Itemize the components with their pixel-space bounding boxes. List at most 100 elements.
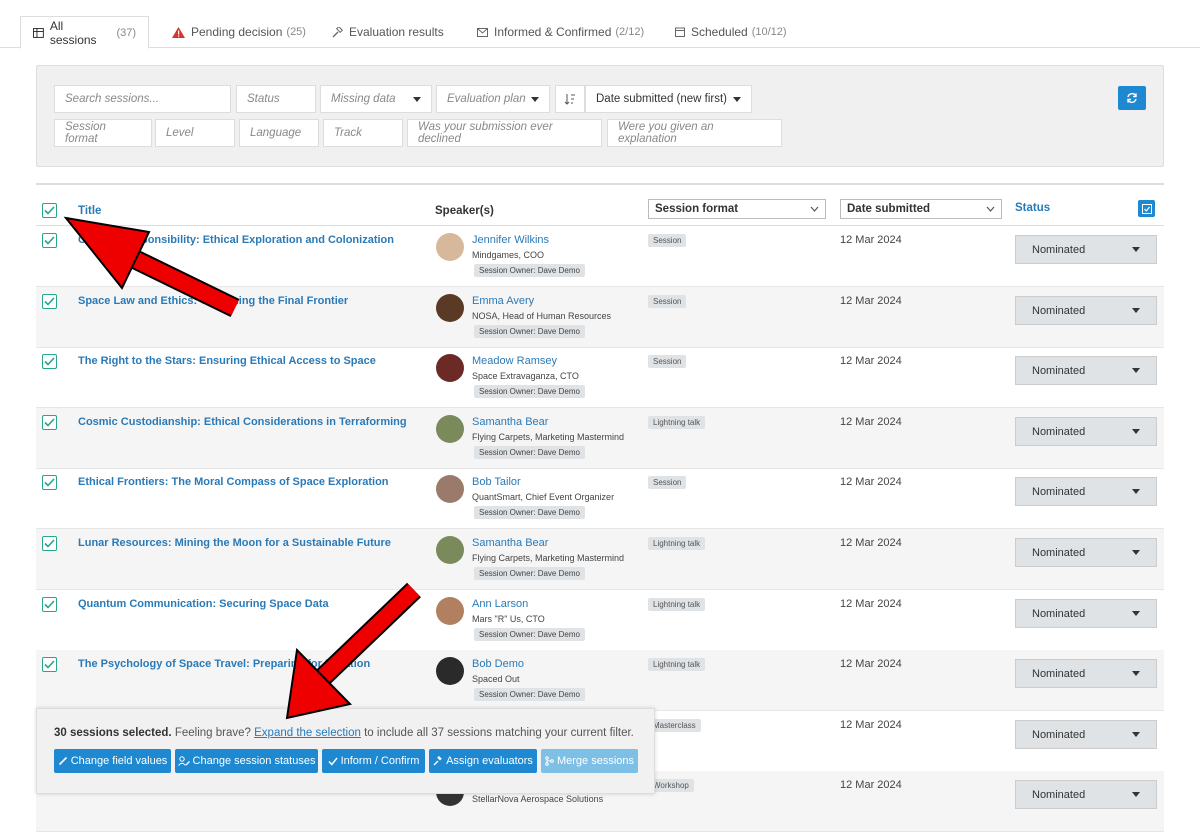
selection-rest-text: to include all 37 sessions matching your… [364,727,634,739]
table-row: Lunar Resources: Mining the Moon for a S… [36,529,1164,590]
status-dropdown[interactable]: Nominated [1015,659,1157,688]
chevron-down-icon [1132,308,1140,313]
status-label: Nominated [1032,728,1086,741]
tab-informed-confirmed[interactable]: Informed & Confirmed (2/12) [465,16,656,48]
status-label: Nominated [1032,788,1086,801]
missing-data-dropdown[interactable]: Missing data [320,85,432,113]
session-title-link[interactable]: The Psychology of Space Travel: Preparin… [78,658,370,670]
language-filter[interactable]: Language [239,119,319,147]
date-submitted-column-select[interactable]: Date submitted [840,199,1002,219]
speakers-column-header: Speaker(s) [435,205,494,217]
feeling-brave-text: Feeling brave? [174,727,251,739]
session-format-badge: Session [648,355,687,368]
status-filter[interactable]: Status [236,85,316,113]
status-label: Nominated [1032,304,1086,317]
speaker-name-link[interactable]: Samantha Bear [472,416,548,428]
status-label: Nominated [1032,243,1086,256]
check-icon [44,236,55,245]
row-checkbox[interactable] [42,475,57,490]
change-field-values-button[interactable]: Change field values [54,749,171,773]
status-dropdown[interactable]: Nominated [1015,720,1157,749]
sort-dropdown[interactable]: Date submitted (new first) [585,85,752,113]
missing-data-label: Missing data [331,93,396,105]
check-icon [44,539,55,548]
evaluation-plan-dropdown[interactable]: Evaluation plan [436,85,550,113]
speaker-name-link[interactable]: Emma Avery [472,295,534,307]
session-format-column-select[interactable]: Session format [648,199,826,219]
row-checkbox[interactable] [42,657,57,672]
session-owner-badge: Session Owner: Dave Demo [474,506,585,519]
button-label: Merge sessions [556,755,635,767]
table-header: Title Speaker(s) Session format Date sub… [36,183,1164,226]
status-dropdown[interactable]: Nominated [1015,780,1157,809]
check-icon [328,757,338,766]
title-column-header[interactable]: Title [78,205,101,217]
avatar [436,415,464,443]
status-label: Nominated [1032,546,1086,559]
search-input[interactable]: Search sessions... [54,85,231,113]
table-row: Ethical Frontiers: The Moral Compass of … [36,468,1164,529]
table-row: Cosmic Custodianship: Ethical Considerat… [36,408,1164,469]
tab-evaluation-results[interactable]: Evaluation results [320,16,456,48]
select-all-checkbox[interactable] [42,203,57,218]
refresh-button[interactable] [1118,86,1146,110]
evaluation-plan-label: Evaluation plan [447,93,526,105]
expand-selection-link[interactable]: Expand the selection [254,727,361,739]
row-checkbox[interactable] [42,354,57,369]
session-title-link[interactable]: Cosmic Responsibility: Ethical Explorati… [78,234,394,246]
status-dropdown[interactable]: Nominated [1015,296,1157,325]
speaker-name-link[interactable]: Bob Tailor [472,476,521,488]
merge-sessions-button[interactable]: Merge sessions [541,749,638,773]
status-dropdown[interactable]: Nominated [1015,477,1157,506]
avatar [436,597,464,625]
chevron-down-icon [1132,732,1140,737]
row-checkbox[interactable] [42,415,57,430]
chevron-down-icon [986,206,995,212]
session-title-link[interactable]: Lunar Resources: Mining the Moon for a S… [78,537,391,549]
status-dropdown[interactable]: Nominated [1015,356,1157,385]
status-dropdown[interactable]: Nominated [1015,417,1157,446]
button-label: Change session statuses [192,755,316,767]
session-format-badge: Lightning talk [648,416,706,429]
status-column-header[interactable]: Status [1015,202,1050,214]
speaker-name-link[interactable]: Jennifer Wilkins [472,234,549,246]
session-title-link[interactable]: Space Law and Ethics: Governing the Fina… [78,295,348,307]
status-dropdown[interactable]: Nominated [1015,538,1157,567]
session-owner-badge: Session Owner: Dave Demo [474,446,585,459]
avatar [436,475,464,503]
track-filter[interactable]: Track [323,119,403,147]
session-title-link[interactable]: Ethical Frontiers: The Moral Compass of … [78,476,389,488]
session-title-link[interactable]: Cosmic Custodianship: Ethical Considerat… [78,416,407,428]
column-picker-button[interactable] [1138,200,1155,217]
change-session-statuses-button[interactable]: Change session statuses [175,749,318,773]
button-label: Change field values [70,755,168,767]
declined-filter[interactable]: Was your submission ever declined [407,119,602,147]
row-checkbox[interactable] [42,294,57,309]
session-format-filter[interactable]: Session format [54,119,152,147]
date-submitted: 12 Mar 2024 [840,416,902,428]
speaker-name-link[interactable]: Bob Demo [472,658,524,670]
speaker-name-link[interactable]: Samantha Bear [472,537,548,549]
session-format-badge: Lightning talk [648,658,706,671]
row-checkbox[interactable] [42,233,57,248]
grid-icon [33,27,44,38]
status-dropdown[interactable]: Nominated [1015,235,1157,264]
status-dropdown[interactable]: Nominated [1015,599,1157,628]
tab-all-sessions[interactable]: All sessions (37) [20,16,149,49]
row-checkbox[interactable] [42,536,57,551]
session-title-link[interactable]: The Right to the Stars: Ensuring Ethical… [78,355,376,367]
sort-direction-button[interactable] [555,85,585,113]
chevron-down-icon [1132,671,1140,676]
explanation-filter[interactable]: Were you given an explanation [607,119,782,147]
gavel-icon [433,756,442,766]
speaker-name-link[interactable]: Meadow Ramsey [472,355,557,367]
inform-confirm-button[interactable]: Inform / Confirm [322,749,425,773]
chevron-down-icon [810,206,819,212]
level-filter[interactable]: Level [155,119,235,147]
speaker-name-link[interactable]: Ann Larson [472,598,528,610]
row-checkbox[interactable] [42,597,57,612]
session-title-link[interactable]: Quantum Communication: Securing Space Da… [78,598,329,610]
tab-scheduled[interactable]: Scheduled (10/12) [663,16,799,48]
assign-evaluators-button[interactable]: Assign evaluators [429,749,537,773]
tab-pending-decision[interactable]: Pending decision (25) [160,16,318,48]
